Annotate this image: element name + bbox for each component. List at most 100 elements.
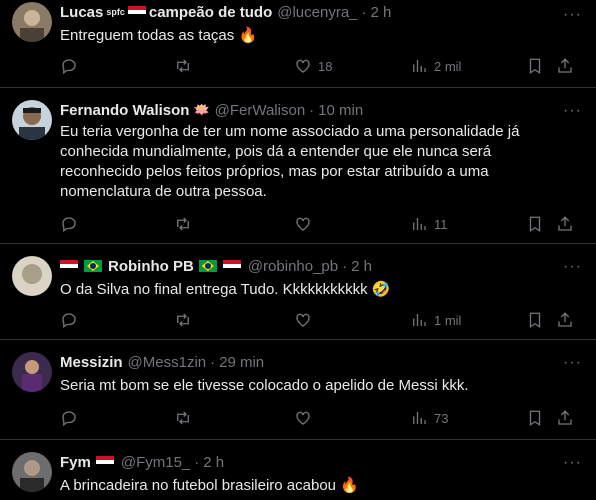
views-button[interactable]: 2 mil — [410, 57, 461, 75]
flag-icon — [222, 260, 241, 272]
avatar[interactable] — [12, 256, 52, 296]
tweet-text-line: conhecida mundialmente, pois dá a entend… — [60, 143, 492, 160]
heart-icon — [296, 313, 310, 327]
views-button[interactable]: 1 mil — [410, 311, 461, 329]
tweet-actions: 11 — [60, 214, 582, 234]
view-count: 2 mil — [434, 58, 462, 74]
tweet-text: O da Silva no final entrega Tudo. Kkkkkk… — [60, 280, 580, 300]
views-chart-icon — [413, 412, 426, 424]
heart-icon — [296, 411, 310, 425]
club-badge: spfc — [106, 7, 125, 17]
retweet-icon — [177, 59, 189, 73]
tweet-text-line: Eu teria vergonha de ter um nome associa… — [60, 123, 520, 140]
separator: · — [361, 3, 367, 21]
retweet-icon — [177, 217, 189, 231]
avatar[interactable] — [12, 100, 52, 140]
like-count: 18 — [318, 58, 333, 74]
timestamp[interactable]: 10 min — [318, 102, 363, 119]
tweet-text: Entreguem todas as taças 🔥 — [60, 26, 580, 46]
bookmark-button[interactable] — [526, 409, 544, 427]
avatar-image — [12, 2, 52, 42]
retweet-button[interactable] — [174, 409, 192, 427]
tweet-text-content: Seria mt bom se ele tivesse colocado o a… — [60, 377, 469, 394]
flag-icon — [198, 260, 217, 272]
retweet-button[interactable] — [174, 215, 192, 233]
tweet-header: Robinho PB @robinho_pb · 2 h — [60, 244, 580, 276]
bookmark-icon — [529, 312, 541, 329]
tweet-text-line: reconhecido pelos feitos próprios, mas p… — [60, 163, 489, 180]
display-name[interactable]: Fym — [60, 454, 91, 471]
share-button[interactable] — [556, 215, 574, 233]
more-options-icon[interactable]: ··· — [563, 102, 582, 120]
avatar[interactable] — [12, 452, 52, 492]
tweet[interactable]: Messizin @Mess1zin · 29 min ··· Seria mt… — [0, 340, 596, 440]
tweet[interactable]: Lucas spfc campeão de tudo @lucenyra_ · … — [0, 0, 596, 88]
reply-button[interactable] — [60, 57, 78, 75]
views-chart-icon — [413, 314, 426, 326]
views-button[interactable]: 73 — [410, 409, 448, 427]
display-name[interactable]: Fernando Walison — [60, 102, 189, 119]
flag-icon — [60, 260, 78, 272]
reply-icon — [62, 59, 76, 75]
timestamp[interactable]: 2 h — [203, 454, 224, 471]
timestamp[interactable]: 29 min — [219, 354, 264, 371]
tweet-text-line: nomenclatura de outra pessoa. — [60, 183, 267, 200]
display-name[interactable]: Messizin — [60, 354, 123, 371]
bookmark-button[interactable] — [526, 57, 544, 75]
tweet[interactable]: Fym @Fym15_ · 2 h ··· A brincadeira no f… — [0, 440, 596, 500]
share-button[interactable] — [556, 409, 574, 427]
like-button[interactable]: 18 — [294, 57, 332, 75]
retweet-button[interactable] — [174, 311, 192, 329]
user-handle[interactable]: @Mess1zin — [128, 354, 207, 371]
user-handle[interactable]: @Fym15_ — [121, 454, 190, 471]
retweet-button[interactable] — [174, 57, 192, 75]
tweet-text-content: A brincadeira no futebol brasileiro acab… — [60, 477, 337, 494]
reply-button[interactable] — [60, 215, 78, 233]
views-button[interactable]: 11 — [410, 215, 448, 233]
separator: · — [194, 453, 200, 471]
avatar[interactable] — [12, 352, 52, 392]
share-button[interactable] — [556, 311, 574, 329]
like-button[interactable] — [294, 215, 312, 233]
user-handle[interactable]: @FerWalison — [215, 102, 306, 119]
bookmark-button[interactable] — [526, 311, 544, 329]
timestamp[interactable]: 2 h — [371, 4, 392, 21]
more-options-icon[interactable]: ··· — [563, 354, 582, 372]
more-options-icon[interactable]: ··· — [563, 454, 582, 472]
separator: · — [309, 101, 315, 119]
avatar[interactable] — [12, 2, 52, 42]
tweet-header: Lucas spfc campeão de tudo @lucenyra_ · … — [60, 0, 580, 22]
like-button[interactable] — [294, 311, 312, 329]
display-name[interactable]: Robinho PB — [108, 258, 194, 275]
tweet[interactable]: Fernando Walison 🪷 @FerWalison · 10 min … — [0, 88, 596, 244]
share-icon — [558, 58, 572, 73]
avatar-image — [12, 452, 52, 492]
heart-icon — [296, 59, 310, 73]
separator: · — [342, 257, 348, 275]
flag-icon — [95, 456, 114, 468]
like-button[interactable] — [294, 409, 312, 427]
lotus-emoji: 🪷 — [193, 102, 210, 117]
share-icon — [558, 410, 572, 425]
bookmark-button[interactable] — [526, 215, 544, 233]
avatar-image — [12, 100, 52, 140]
reply-button[interactable] — [60, 409, 78, 427]
display-name-suffix[interactable]: campeão de tudo — [149, 4, 272, 21]
view-count: 1 mil — [434, 312, 462, 328]
laughing-emoji: 🤣 — [371, 281, 391, 298]
tweet-text: Eu teria vergonha de ter um nome associa… — [60, 122, 580, 202]
user-handle[interactable]: @lucenyra_ — [277, 4, 357, 21]
timestamp[interactable]: 2 h — [351, 258, 372, 275]
share-button[interactable] — [556, 57, 574, 75]
tweet-header: Fernando Walison 🪷 @FerWalison · 10 min — [60, 88, 580, 120]
more-options-icon[interactable]: ··· — [563, 6, 582, 24]
tweet[interactable]: Robinho PB @robinho_pb · 2 h ··· O da Si… — [0, 244, 596, 340]
reply-button[interactable] — [60, 311, 78, 329]
view-count: 11 — [434, 216, 448, 232]
more-options-icon[interactable]: ··· — [563, 258, 582, 276]
fire-emoji: 🔥 — [238, 27, 258, 44]
user-handle[interactable]: @robinho_pb — [248, 258, 338, 275]
tweet-text-content: O da Silva no final entrega Tudo. Kkkkkk… — [60, 281, 368, 298]
display-name[interactable]: Lucas — [60, 4, 103, 21]
tweet-header: Messizin @Mess1zin · 29 min — [60, 340, 580, 372]
